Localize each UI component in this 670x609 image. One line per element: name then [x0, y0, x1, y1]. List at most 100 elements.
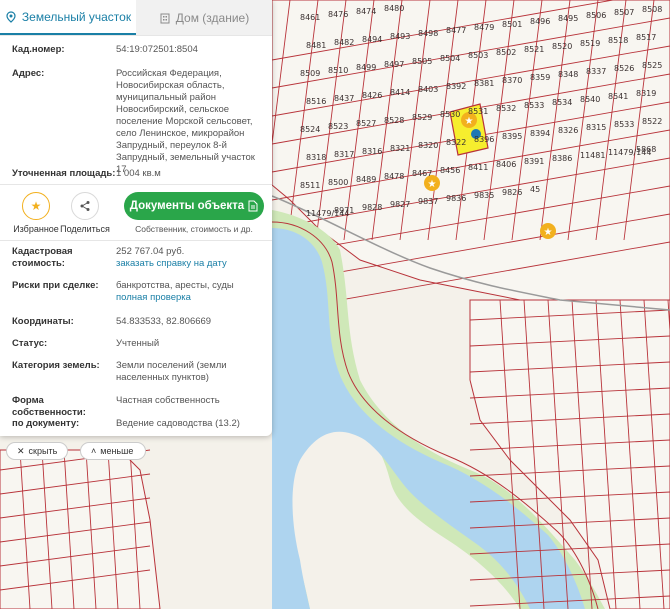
cadnum-row: Кад.номер: 54:19:072501:8504 [0, 44, 272, 56]
parcel-number-label: 8319 [636, 89, 656, 98]
parcel-number-label: 8406 [496, 160, 516, 169]
favorite-star-marker[interactable]: ★ [540, 223, 556, 239]
parcel-number-label: 8467 [412, 169, 432, 178]
star-icon: ★ [22, 192, 50, 220]
cadnum-value[interactable]: 54:19:072501:8504 [116, 44, 260, 56]
tab-land-plot[interactable]: Земельный участок [0, 0, 136, 35]
parcel-number-label: 8510 [328, 66, 348, 75]
parcel-number-label: 8507 [614, 8, 634, 17]
parcel-number-label: 8315 [586, 123, 606, 132]
less-button[interactable]: ˄ меньше [80, 442, 146, 460]
parcel-number-label: 8530 [440, 110, 460, 119]
parcel-number-label: 8496 [530, 17, 550, 26]
documents-button[interactable]: Документы объекта [124, 192, 264, 220]
parcel-number-label: 8321 [390, 144, 410, 153]
parcel-number-label: 8540 [580, 95, 600, 104]
coords-value: 54.833533, 82.806669 [116, 316, 212, 327]
parcel-number-label: 8476 [328, 10, 348, 19]
parcel-number-label: 8411 [468, 163, 488, 172]
cadnum-label: Кад.номер: [12, 44, 65, 55]
parcel-number-label: 8396 [474, 135, 494, 144]
parcel-number-label: 8497 [384, 60, 404, 69]
parcel-number-label: 8337 [586, 67, 606, 76]
ownership-value: Частная собственность [116, 395, 220, 406]
category-label: Категория земель: [12, 360, 100, 371]
parcel-number-label: 8320 [418, 141, 438, 150]
favorite-button[interactable]: ★ Избранное [12, 192, 60, 234]
parcel-number-label: 8499 [356, 63, 376, 72]
parcel-number-label: 8478 [384, 172, 404, 181]
parcel-number-label: 8322 [446, 138, 466, 147]
close-icon: ✕ [17, 445, 25, 456]
parcel-number-label: 8394 [530, 129, 550, 138]
parcel-number-label: 8437 [334, 94, 354, 103]
parcel-number-label: 8403 [418, 85, 438, 94]
parcel-number-label: 8526 [614, 64, 634, 73]
svg-text:★: ★ [544, 227, 553, 238]
svg-text:★: ★ [465, 116, 474, 127]
parcel-number-label: 8489 [356, 175, 376, 184]
parcel-number-label: 8456 [440, 166, 460, 175]
parcel-number-label: 8477 [446, 26, 466, 35]
status-row: Статус: Учтенный [0, 338, 272, 350]
parcel-number-label: 8520 [552, 42, 572, 51]
category-value: Земли поселений (земли населенных пункто… [116, 360, 227, 383]
share-icon [71, 192, 99, 220]
parcel-number-label: 8525 [642, 61, 662, 70]
coords-label: Координаты: [12, 316, 74, 327]
parcel-number-label: 8506 [586, 11, 606, 20]
cost-link[interactable]: заказать справку на дату [116, 258, 227, 269]
parcel-number-label: 8529 [412, 113, 432, 122]
action-bar: ★ Избранное Поделиться Документы объекта… [0, 188, 272, 238]
parcel-number-label: 8326 [558, 126, 578, 135]
parcel-number-label: 8392 [446, 82, 466, 91]
parcel-number-label: 8381 [474, 79, 494, 88]
cost-row: Кадастровая стоимость: 252 767.04 руб. за… [0, 246, 272, 270]
parcel-number-label: 8531 [468, 107, 488, 116]
cost-value: 252 767.04 руб. [116, 246, 185, 257]
parcel-number-label: 8481 [306, 41, 326, 50]
risks-label: Риски при сделке: [12, 280, 99, 291]
coords-row: Координаты: 54.833533, 82.806669 [0, 316, 272, 328]
document-value: Ведение садоводства (13.2) [116, 418, 240, 429]
risks-link[interactable]: полная проверка [116, 292, 191, 303]
parcel-number-label: 8501 [502, 20, 522, 29]
parcel-number-label: 8474 [356, 7, 376, 16]
area-value: 1 004 кв.м [116, 168, 161, 179]
parcel-number-label: 8370 [502, 76, 522, 85]
parcel-number-label: 8532 [496, 104, 516, 113]
parcel-number-label: 8517 [636, 33, 656, 42]
tab-land-plot-label: Земельный участок [21, 9, 132, 24]
share-button[interactable]: Поделиться [58, 192, 112, 234]
parcel-number-label: 8494 [362, 35, 382, 44]
parcel-number-label: 9826 [502, 188, 522, 197]
parcel-number-label: 8521 [524, 45, 544, 54]
parcel-number-label: 5868 [636, 145, 656, 154]
parcel-info-card: Земельный участок Дом (здание) Кад.номер… [0, 0, 272, 436]
parcel-number-label: 8348 [558, 70, 578, 79]
parcel-number-label: 8527 [356, 119, 376, 128]
status-label: Статус: [12, 338, 48, 349]
tab-building[interactable]: Дом (здание) [136, 0, 272, 35]
parcel-number-label: 8318 [306, 153, 326, 162]
parcel-number-label: 9835 [474, 191, 494, 200]
divider [0, 184, 272, 185]
parcel-number-label: 8519 [580, 39, 600, 48]
parcel-number-label: 8502 [496, 48, 516, 57]
parcel-number-label: 8534 [552, 98, 572, 107]
less-label: меньше [100, 446, 134, 456]
hide-button[interactable]: ✕ скрыть [6, 442, 68, 460]
tab-building-label: Дом (здание) [175, 10, 250, 25]
ownership-row: Форма собственности: Частная собственнос… [0, 395, 272, 419]
hide-label: скрыть [28, 446, 58, 456]
parcel-number-label: 8511 [300, 181, 320, 190]
status-value: Учтенный [116, 338, 160, 349]
parcel-number-label: 9837 [418, 197, 438, 206]
parcel-number-label: 8482 [334, 38, 354, 47]
parcel-number-label: 9836 [446, 194, 466, 203]
area-label: Уточненная площадь: [12, 168, 116, 179]
parcel-number-label: 8317 [334, 150, 354, 159]
category-row: Категория земель: Земли поселений (земли… [0, 360, 272, 384]
risks-value: банкротства, аресты, суды [116, 280, 234, 291]
document-row: по документу: Ведение садоводства (13.2) [0, 418, 272, 430]
